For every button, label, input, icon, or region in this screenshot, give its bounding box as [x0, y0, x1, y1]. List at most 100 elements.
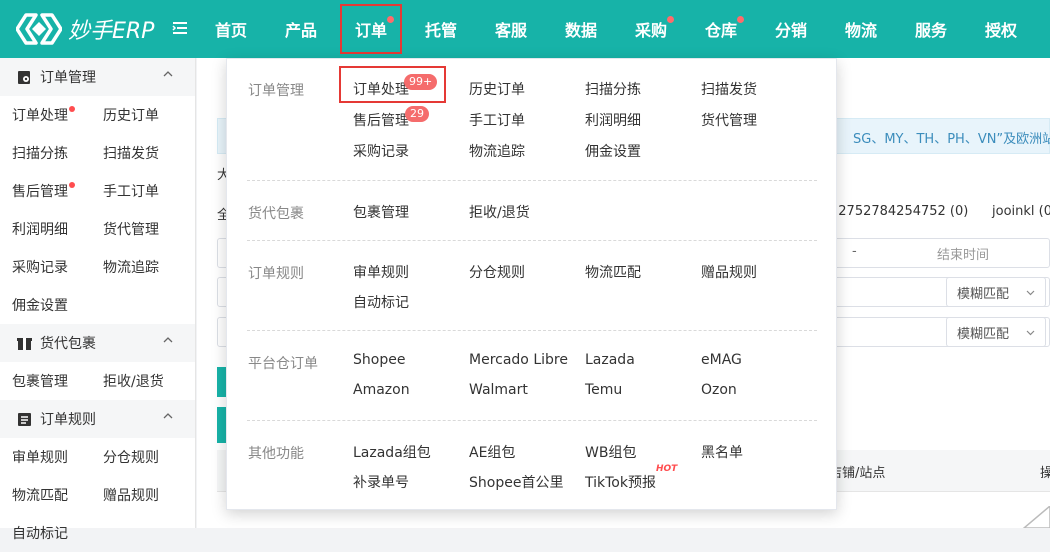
nav-item-11[interactable]: 授权: [966, 0, 1036, 58]
match-mode-select[interactable]: 模糊匹配: [946, 317, 1046, 347]
sidebar-item-order-processing[interactable]: 订单处理: [12, 96, 103, 134]
menu-link-lazada[interactable]: Lazada: [585, 352, 635, 368]
sidebar-item-label: 利润明细: [12, 222, 68, 238]
nav-item-9[interactable]: 物流: [826, 0, 896, 58]
logo-text: 妙手ERP: [68, 19, 155, 44]
sidebar-item-forwarder[interactable]: 货代管理: [103, 210, 194, 248]
sidebar-item-label: 审单规则: [12, 450, 68, 466]
menu-link-reject-return[interactable]: 拒收/退货: [469, 202, 530, 222]
sidebar-item-label: 自动标记: [12, 526, 68, 542]
notification-dot: [737, 16, 744, 23]
nav-item-3[interactable]: 托管: [406, 0, 476, 58]
sidebar-item-scan-ship[interactable]: 扫描发货: [103, 134, 194, 172]
sidebar-item-auto-mark[interactable]: 自动标记: [12, 514, 103, 552]
menu-link-scan-sort[interactable]: 扫描分拣: [585, 79, 641, 99]
nav-item-label: 采购: [634, 21, 667, 40]
sidebar-item-label: 扫描分拣: [12, 146, 68, 162]
nav-item-label: 授权: [984, 21, 1017, 40]
menu-toggle-icon[interactable]: [172, 20, 190, 38]
after-sales-badge: 29: [405, 106, 429, 122]
nav-item-2[interactable]: 订单: [336, 0, 406, 58]
sidebar-item-package-management[interactable]: 包裹管理: [12, 362, 103, 400]
sidebar-item-logistics-match[interactable]: 物流匹配: [12, 476, 103, 514]
sidebar-item-reject-return[interactable]: 拒收/退货: [103, 362, 194, 400]
date-range-separator: -: [852, 244, 857, 259]
sidebar-item-review-rules[interactable]: 审单规则: [12, 438, 103, 476]
sidebar-group-title: 订单管理: [40, 70, 96, 86]
menu-link-gift-rules[interactable]: 赠品规则: [701, 262, 757, 282]
order-dropdown-menu: 订单管理 订单处理 99+ 历史订单 扫描分拣 扫描发货 售后管理 29 手工订…: [226, 58, 837, 510]
sidebar-group-order-rules[interactable]: 订单规则: [0, 400, 195, 438]
section-divider: [247, 240, 817, 241]
nav-item-0[interactable]: 首页: [196, 0, 266, 58]
menu-link-tiktok-forecast[interactable]: TikTok预报: [585, 472, 656, 492]
menu-link-logistics-tracking[interactable]: 物流追踪: [469, 141, 525, 161]
nav-item-5[interactable]: 数据: [546, 0, 616, 58]
nav-item-4[interactable]: 客服: [476, 0, 546, 58]
sidebar-item-commission[interactable]: 佣金设置: [12, 286, 103, 324]
chevron-up-icon: [163, 413, 173, 419]
menu-link-supplement-tracking[interactable]: 补录单号: [353, 472, 409, 492]
menu-link-warehouse-rules[interactable]: 分仓规则: [469, 262, 525, 282]
menu-link-lazada-bundle[interactable]: Lazada组包: [353, 442, 431, 462]
chevron-down-icon: [1026, 330, 1035, 336]
menu-link-auto-mark[interactable]: 自动标记: [353, 292, 409, 312]
menu-link-review-rules[interactable]: 审单规则: [353, 262, 409, 282]
shop-filter-item[interactable]: jooinkl (0: [992, 204, 1050, 219]
menu-link-emag[interactable]: eMAG: [701, 352, 742, 368]
section-divider: [247, 180, 817, 181]
chevron-up-icon: [163, 337, 173, 343]
menu-link-amazon[interactable]: Amazon: [353, 382, 410, 398]
sidebar-item-after-sales[interactable]: 售后管理: [12, 172, 103, 210]
menu-link-forwarder[interactable]: 货代管理: [701, 110, 757, 130]
sidebar-item-profit-detail[interactable]: 利润明细: [12, 210, 103, 248]
sidebar-item-label: 历史订单: [103, 108, 159, 124]
top-navbar: 妙手ERP 首页 产品 订单 托管 客服 数据 采购 仓库 分销 物流 服务 授权: [0, 0, 1050, 58]
menu-link-walmart[interactable]: Walmart: [469, 382, 528, 398]
sidebar-item-label: 售后管理: [12, 184, 68, 200]
nav-item-8[interactable]: 分销: [756, 0, 826, 58]
sidebar-group-order-management[interactable]: 订单管理: [0, 58, 195, 96]
menu-link-ozon[interactable]: Ozon: [701, 382, 737, 398]
menu-link-after-sales[interactable]: 售后管理: [353, 110, 409, 130]
menu-link-commission[interactable]: 佣金设置: [585, 141, 641, 161]
shop-filter-item[interactable]: 22752784254752 (0): [830, 204, 968, 219]
sidebar: 订单管理 订单处理 历史订单 扫描分拣 扫描发货 售后管理 手工订单 利润明细 …: [0, 58, 196, 542]
corner-widget-icon[interactable]: [1020, 506, 1050, 528]
menu-link-logistics-match[interactable]: 物流匹配: [585, 262, 641, 282]
menu-link-order-history[interactable]: 历史订单: [469, 79, 525, 99]
chevron-down-icon: [1026, 290, 1035, 296]
sidebar-item-order-history[interactable]: 历史订单: [103, 96, 194, 134]
menu-link-temu[interactable]: Temu: [585, 382, 622, 398]
sidebar-item-gift-rules[interactable]: 赠品规则: [103, 476, 194, 514]
menu-link-shopee[interactable]: Shopee: [353, 352, 405, 368]
sidebar-item-label: 采购记录: [12, 260, 68, 276]
sidebar-item-manual-order[interactable]: 手工订单: [103, 172, 194, 210]
nav-item-7[interactable]: 仓库: [686, 0, 756, 58]
menu-link-profit-detail[interactable]: 利润明细: [585, 110, 641, 130]
nav-item-label: 产品: [284, 21, 317, 40]
menu-link-ae-bundle[interactable]: AE组包: [469, 442, 515, 462]
menu-link-blacklist[interactable]: 黑名单: [701, 442, 743, 462]
menu-link-wb-bundle[interactable]: WB组包: [585, 442, 636, 462]
sidebar-item-scan-sort[interactable]: 扫描分拣: [12, 134, 103, 172]
section-title-order-management: 订单管理: [248, 83, 304, 99]
column-header-actions: 操: [1040, 466, 1050, 481]
menu-link-purchase-records[interactable]: 采购记录: [353, 141, 409, 161]
menu-link-scan-ship[interactable]: 扫描发货: [701, 79, 757, 99]
menu-link-manual-order[interactable]: 手工订单: [469, 110, 525, 130]
sidebar-item-purchase-records[interactable]: 采购记录: [12, 248, 103, 286]
section-divider: [247, 420, 817, 421]
sidebar-item-warehouse-rules[interactable]: 分仓规则: [103, 438, 194, 476]
sidebar-item-logistics-tracking[interactable]: 物流追踪: [103, 248, 194, 286]
nav-item-10[interactable]: 服务: [896, 0, 966, 58]
notice-text: SG、MY、TH、PH、VN”及欧洲站: [853, 132, 1050, 147]
menu-link-shopee-first-mile[interactable]: Shopee首公里: [469, 472, 563, 492]
menu-link-mercado-libre[interactable]: Mercado Libre: [469, 352, 568, 368]
match-mode-select[interactable]: 模糊匹配: [946, 277, 1046, 307]
sidebar-group-forwarder-package[interactable]: 货代包裹: [0, 324, 195, 362]
nav-item-6[interactable]: 采购: [616, 0, 686, 58]
menu-link-package-management[interactable]: 包裹管理: [353, 202, 409, 222]
sidebar-item-label: 分仓规则: [103, 450, 159, 466]
nav-item-1[interactable]: 产品: [266, 0, 336, 58]
